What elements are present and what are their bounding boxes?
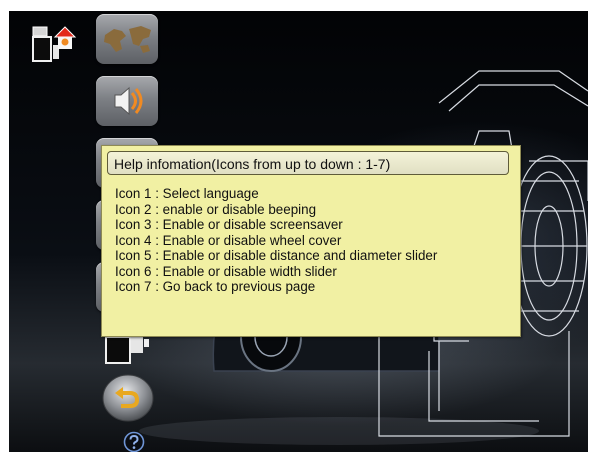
home-settings-icon <box>32 26 77 62</box>
world-map-icon <box>104 26 151 53</box>
help-title: Help infomation(Icons from up to down : … <box>107 151 509 175</box>
help-line-icon-2: Icon 2 : enable or disable beeping <box>115 201 317 217</box>
beep-toggle-button[interactable] <box>96 76 158 126</box>
help-line-icon-5: Icon 5 : Enable or disable distance and … <box>115 248 438 263</box>
help-button[interactable] <box>123 431 145 452</box>
home-settings-button[interactable] <box>31 21 79 67</box>
help-list: Icon 1 : Select language Icon 2 : enable… <box>115 186 437 295</box>
help-line-icon-1: Icon 1 : Select language <box>115 186 259 201</box>
help-line-icon-3: Icon 3 : Enable or disable screensaver <box>115 217 343 232</box>
language-button[interactable] <box>96 14 158 64</box>
speaker-icon <box>114 86 143 116</box>
screen: Help infomation(Icons from up to down : … <box>9 11 588 452</box>
back-button[interactable] <box>99 373 157 423</box>
question-mark-icon <box>123 431 145 452</box>
back-arrow-icon <box>102 374 154 422</box>
help-information-panel: Help infomation(Icons from up to down : … <box>101 145 521 337</box>
help-line-icon-6: Icon 6 : Enable or disable width slider <box>115 263 337 279</box>
help-line-icon-7: Icon 7 : Go back to previous page <box>115 279 316 294</box>
help-line-icon-4: Icon 4 : Enable or disable wheel cover <box>115 232 342 248</box>
